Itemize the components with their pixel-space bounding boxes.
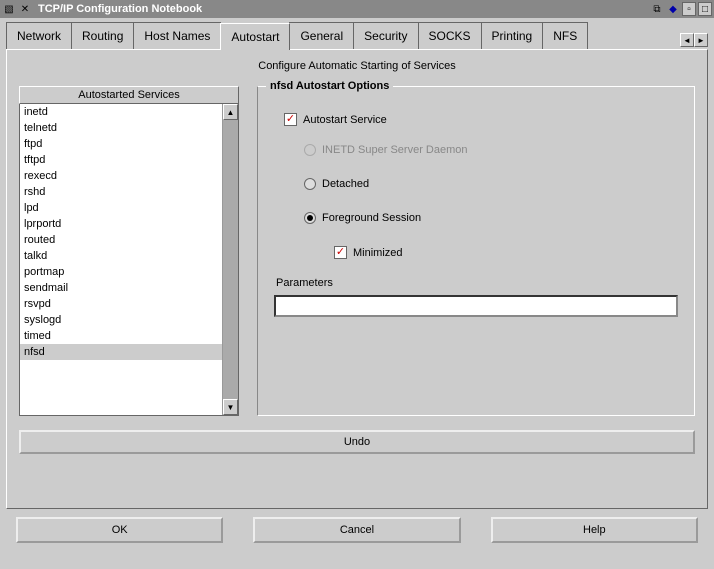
scrollbar: ▲ ▼ [222, 104, 238, 415]
services-listbox[interactable]: inetdtelnetdftpdtftpdrexecdrshdlpdlprpor… [20, 104, 222, 415]
radio-foreground-label: Foreground Session [322, 212, 421, 224]
close-icon[interactable]: ✕ [18, 2, 32, 16]
minimized-checkbox[interactable]: ✓ [334, 246, 347, 259]
tab-socks[interactable]: SOCKS [418, 22, 482, 49]
list-header: Autostarted Services [19, 86, 239, 104]
list-item[interactable]: timed [20, 328, 222, 344]
list-item[interactable]: rsvpd [20, 296, 222, 312]
tab-security[interactable]: Security [353, 22, 418, 49]
list-item[interactable]: talkd [20, 248, 222, 264]
services-panel: Autostarted Services inetdtelnetdftpdtft… [19, 86, 239, 416]
tab-label: General [300, 29, 343, 43]
tab-row: Network Routing Host Names Autostart Gen… [6, 22, 708, 49]
autostart-options-group: nfsd Autostart Options ✓ Autostart Servi… [257, 86, 695, 416]
radio-detached-row: Detached [304, 178, 678, 190]
page-title: Configure Automatic Starting of Services [19, 60, 695, 72]
parameters-input[interactable] [274, 295, 678, 317]
tab-scroll-left-icon[interactable]: ◄ [680, 33, 694, 47]
minimized-label: Minimized [353, 247, 403, 259]
radio-inetd [304, 144, 316, 156]
radio-foreground[interactable] [304, 212, 316, 224]
autostart-checkbox[interactable]: ✓ [284, 113, 297, 126]
tab-autostart[interactable]: Autostart [220, 23, 290, 50]
tab-scroll-right-icon[interactable]: ► [694, 33, 708, 47]
tab-label: Security [364, 29, 407, 43]
scroll-up-icon[interactable]: ▲ [223, 104, 238, 120]
list-item[interactable]: nfsd [20, 344, 222, 360]
tab-general[interactable]: General [289, 22, 354, 49]
radio-foreground-row: Foreground Session [304, 212, 678, 224]
ok-label: OK [112, 524, 128, 536]
tab-nfs[interactable]: NFS [542, 22, 588, 49]
scroll-track[interactable] [223, 120, 238, 399]
list-item[interactable]: sendmail [20, 280, 222, 296]
cancel-label: Cancel [340, 524, 374, 536]
cancel-button[interactable]: Cancel [253, 517, 460, 543]
group-legend: nfsd Autostart Options [266, 80, 393, 92]
list-item[interactable]: tftpd [20, 152, 222, 168]
radio-detached-label: Detached [322, 178, 369, 190]
minimize-icon[interactable]: ▫ [682, 2, 696, 16]
tab-label: Network [17, 29, 61, 43]
tab-printing[interactable]: Printing [481, 22, 544, 49]
radio-inetd-row: INETD Super Server Daemon [304, 144, 678, 156]
updown-icon[interactable]: ◆ [666, 2, 680, 16]
list-item[interactable]: telnetd [20, 120, 222, 136]
maximize-icon[interactable]: □ [698, 2, 712, 16]
radio-inetd-label: INETD Super Server Daemon [322, 144, 468, 156]
tab-scroll: ◄ ► [680, 33, 708, 49]
tab-label: Autostart [231, 30, 279, 44]
system-menu-icon[interactable]: ▧ [2, 2, 16, 16]
parameters-label: Parameters [276, 277, 678, 289]
autostart-label: Autostart Service [303, 114, 387, 126]
tab-label: NFS [553, 29, 577, 43]
list-item[interactable]: portmap [20, 264, 222, 280]
help-label: Help [583, 524, 606, 536]
undo-button[interactable]: Undo [19, 430, 695, 454]
window-title: TCP/IP Configuration Notebook [38, 3, 202, 15]
list-item[interactable]: syslogd [20, 312, 222, 328]
list-item[interactable]: lprportd [20, 216, 222, 232]
tab-label: SOCKS [429, 29, 471, 43]
bottom-button-row: OK Cancel Help [6, 509, 708, 543]
titlebar: ▧ ✕ TCP/IP Configuration Notebook ⧉ ◆ ▫ … [0, 0, 714, 18]
windowlist-icon[interactable]: ⧉ [650, 2, 664, 16]
radio-detached[interactable] [304, 178, 316, 190]
tab-host-names[interactable]: Host Names [133, 22, 221, 49]
tab-label: Printing [492, 29, 533, 43]
tab-network[interactable]: Network [6, 22, 72, 49]
list-item[interactable]: rexecd [20, 168, 222, 184]
notebook-page: Configure Automatic Starting of Services… [6, 49, 708, 509]
scroll-down-icon[interactable]: ▼ [223, 399, 238, 415]
undo-label: Undo [344, 436, 370, 448]
list-item[interactable]: rshd [20, 184, 222, 200]
list-item[interactable]: ftpd [20, 136, 222, 152]
autostart-service-row: ✓ Autostart Service [284, 113, 678, 126]
tab-routing[interactable]: Routing [71, 22, 134, 49]
help-button[interactable]: Help [491, 517, 698, 543]
tab-label: Host Names [144, 29, 210, 43]
list-item[interactable]: inetd [20, 104, 222, 120]
minimized-row: ✓ Minimized [334, 246, 678, 259]
main-area: Network Routing Host Names Autostart Gen… [0, 18, 714, 549]
tab-label: Routing [82, 29, 123, 43]
list-item[interactable]: routed [20, 232, 222, 248]
list-item[interactable]: lpd [20, 200, 222, 216]
ok-button[interactable]: OK [16, 517, 223, 543]
